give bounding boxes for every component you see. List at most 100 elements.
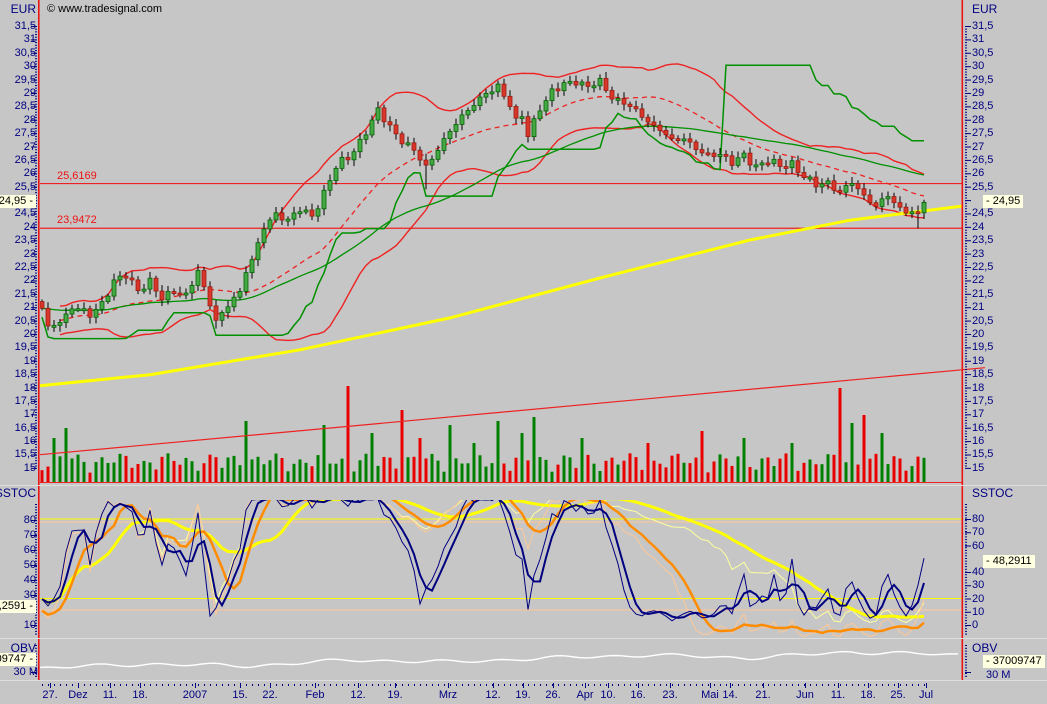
volume-bar xyxy=(779,459,782,483)
tick-minor-right xyxy=(965,219,967,220)
x-tick-minor xyxy=(750,684,751,686)
y-label-right: 30 xyxy=(972,60,984,73)
x-tick-minor xyxy=(720,684,721,686)
volume-bar xyxy=(455,458,458,483)
obv-plot[interactable] xyxy=(40,652,958,668)
x-tick-major xyxy=(240,683,241,688)
x-tick-minor xyxy=(522,684,523,686)
candle-body xyxy=(910,212,914,214)
tick-minor-right xyxy=(965,90,967,91)
x-tick-minor xyxy=(714,684,715,686)
candle-body xyxy=(442,139,446,151)
volume-baseline xyxy=(40,482,962,483)
obv-tick-minor-right xyxy=(965,667,967,668)
candle-body xyxy=(574,81,578,85)
sstoc-tick-minor-left xyxy=(35,507,37,508)
tick-minor-right xyxy=(965,53,967,54)
x-tick-minor xyxy=(168,684,169,686)
tick-minor-right xyxy=(965,238,967,239)
x-date-label: 22. xyxy=(250,689,290,702)
sstoc-tick-right xyxy=(965,546,971,547)
tick-minor-right xyxy=(965,131,967,132)
y-label-left: 15 xyxy=(24,462,36,475)
sstoc-value-badge-right: - 48,2911 xyxy=(983,555,1035,568)
main-price-plot[interactable] xyxy=(40,64,963,483)
y-label-left: 26,5 xyxy=(15,154,36,167)
sstoc-label-right: 0 xyxy=(972,619,978,632)
y-label-left: 29 xyxy=(24,87,36,100)
candle-body xyxy=(334,168,338,180)
candle-body xyxy=(460,115,464,124)
tick-minor-right xyxy=(965,139,967,140)
x-tick-minor xyxy=(564,684,565,686)
sstoc-yellow-fast xyxy=(42,494,924,622)
x-tick-minor xyxy=(894,684,895,686)
volume-bar xyxy=(473,443,476,483)
volume-bar xyxy=(653,461,656,483)
volume-bar xyxy=(641,470,644,483)
tick-minor-right xyxy=(965,224,967,225)
candle-body xyxy=(412,143,416,150)
candle-body xyxy=(220,312,224,320)
candle-body xyxy=(838,190,842,192)
tick-minor-right xyxy=(965,243,967,244)
axes-and-ticks[interactable] xyxy=(0,0,1047,688)
candle-body xyxy=(898,203,902,208)
volume-bar xyxy=(305,463,308,483)
x-tick-minor xyxy=(300,684,301,686)
sstoc-yellow-slow xyxy=(42,497,924,617)
sstoc-plot[interactable] xyxy=(40,492,962,636)
x-tick-minor xyxy=(696,684,697,686)
volume-bar xyxy=(329,464,332,483)
sstoc-tick-minor-right xyxy=(965,539,967,540)
candle-body xyxy=(874,203,878,207)
tick-minor-right xyxy=(965,34,967,35)
sstoc-label-left: 40 xyxy=(24,574,36,587)
candle-body xyxy=(466,110,470,115)
x-tick-major xyxy=(670,683,671,688)
candle-body xyxy=(94,309,98,317)
candle-body xyxy=(304,210,308,212)
candle-body xyxy=(472,106,476,111)
candle-body xyxy=(274,213,278,220)
volume-bar xyxy=(467,463,470,483)
tick-minor-right xyxy=(965,106,967,107)
tick-minor-right xyxy=(965,256,967,257)
tick-minor-right xyxy=(965,208,967,209)
tick-minor-right xyxy=(965,184,967,185)
candle-body xyxy=(136,280,140,291)
tick-minor-right xyxy=(965,455,967,456)
volume-bar xyxy=(719,454,722,483)
volume-bar xyxy=(911,466,914,483)
candle-body xyxy=(916,212,920,214)
tick-minor-right xyxy=(965,214,967,215)
tick-minor-right xyxy=(965,152,967,153)
tick-minor-right xyxy=(965,315,967,316)
tick-minor-right xyxy=(965,415,967,416)
x-tick-minor xyxy=(900,684,901,686)
sstoc-tick-minor-right xyxy=(965,507,967,508)
volume-bar xyxy=(185,458,188,483)
sstoc-tick-minor-right xyxy=(965,631,967,632)
x-tick-minor xyxy=(468,684,469,686)
sstoc-tick-minor-right xyxy=(965,526,967,527)
tick-minor-right xyxy=(965,80,967,81)
x-tick-minor xyxy=(450,684,451,686)
tick-minor-right xyxy=(965,356,967,357)
x-tick-minor xyxy=(306,684,307,686)
tick-minor-right xyxy=(965,294,967,295)
tick-minor-right xyxy=(965,198,967,199)
sstoc-tick-minor-right xyxy=(965,553,967,554)
candle-body xyxy=(328,181,332,191)
volume-bar xyxy=(863,415,866,483)
obv-value-badge-left: 009747 - xyxy=(0,653,36,666)
x-tick-major xyxy=(608,683,609,688)
candle-body xyxy=(100,302,104,310)
volume-bar xyxy=(791,443,794,483)
x-tick-major xyxy=(195,683,196,688)
volume-bar xyxy=(563,456,566,483)
tick-minor-right xyxy=(965,141,967,142)
volume-bar xyxy=(881,433,884,483)
x-tick-minor xyxy=(474,684,475,686)
y-label-left: 27,5 xyxy=(15,127,36,140)
